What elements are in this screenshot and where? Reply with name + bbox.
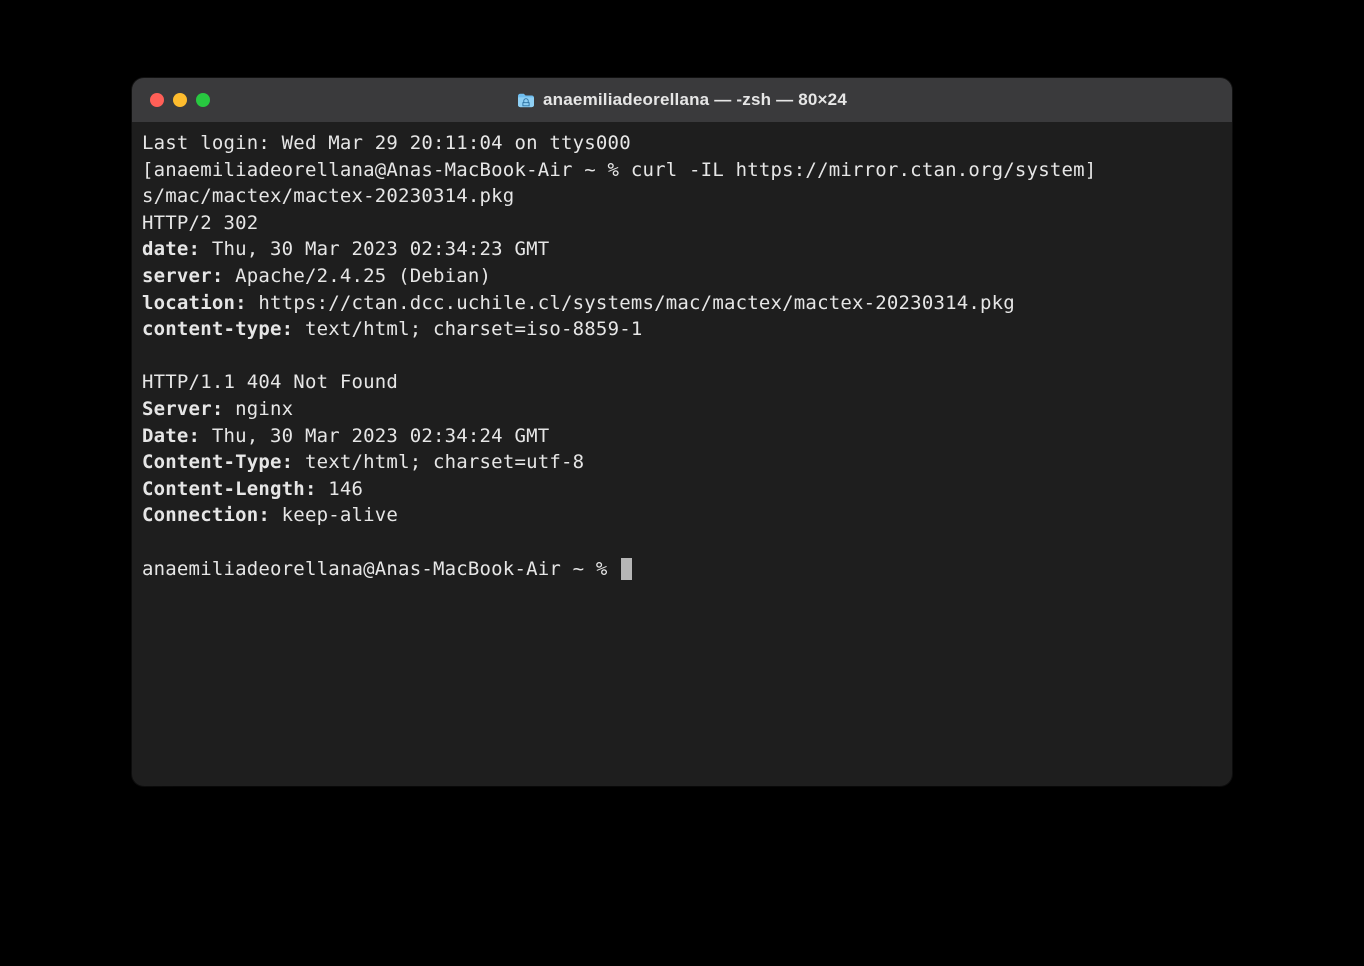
titlebar: anaemiliadeorellana — -zsh — 80×24 [132,78,1232,122]
terminal-body[interactable]: Last login: Wed Mar 29 20:11:04 on ttys0… [132,122,1232,590]
http-status-2: HTTP/1.1 404 Not Found [142,371,398,393]
command-input-1: curl -IL https://mirror.ctan.org/system [631,159,1085,181]
header-val-server-1: Apache/2.4.25 (Debian) [223,265,491,287]
shell-prompt-1: anaemiliadeorellana@Anas-MacBook-Air ~ % [154,159,631,181]
prompt-bracket-open: [ [142,159,154,181]
folder-home-icon [517,92,535,108]
traffic-lights [150,93,210,107]
header-key-date-2: Date: [142,425,200,447]
header-val-date-1: Thu, 30 Mar 2023 02:34:23 GMT [200,238,549,260]
header-val-location: https://ctan.dcc.uchile.cl/systems/mac/m… [247,292,1015,314]
header-val-content-type-2: text/html; charset=utf-8 [293,451,584,473]
header-val-connection: keep-alive [270,504,398,526]
header-val-date-2: Thu, 30 Mar 2023 02:34:24 GMT [200,425,549,447]
header-key-server-1: server: [142,265,223,287]
maximize-button[interactable] [196,93,210,107]
header-key-connection: Connection: [142,504,270,526]
close-button[interactable] [150,93,164,107]
title-container: anaemiliadeorellana — -zsh — 80×24 [132,90,1232,110]
minimize-button[interactable] [173,93,187,107]
window-title: anaemiliadeorellana — -zsh — 80×24 [543,90,847,110]
shell-prompt-2: anaemiliadeorellana@Anas-MacBook-Air ~ % [142,558,619,580]
header-key-date-1: date: [142,238,200,260]
last-login-line: Last login: Wed Mar 29 20:11:04 on ttys0… [142,132,631,154]
header-val-content-length: 146 [317,478,364,500]
header-key-content-length: Content-Length: [142,478,317,500]
header-key-content-type-1: content-type: [142,318,293,340]
header-key-location: location: [142,292,247,314]
header-key-server-2: Server: [142,398,223,420]
header-val-server-2: nginx [223,398,293,420]
prompt-bracket-close: ] [1085,159,1097,181]
command-input-1-cont: s/mac/mactex/mactex-20230314.pkg [142,185,514,207]
terminal-window: anaemiliadeorellana — -zsh — 80×24 Last … [132,78,1232,786]
header-key-content-type-2: Content-Type: [142,451,293,473]
header-val-content-type-1: text/html; charset=iso-8859-1 [293,318,642,340]
cursor-icon [621,558,632,580]
http-status-1: HTTP/2 302 [142,212,270,234]
